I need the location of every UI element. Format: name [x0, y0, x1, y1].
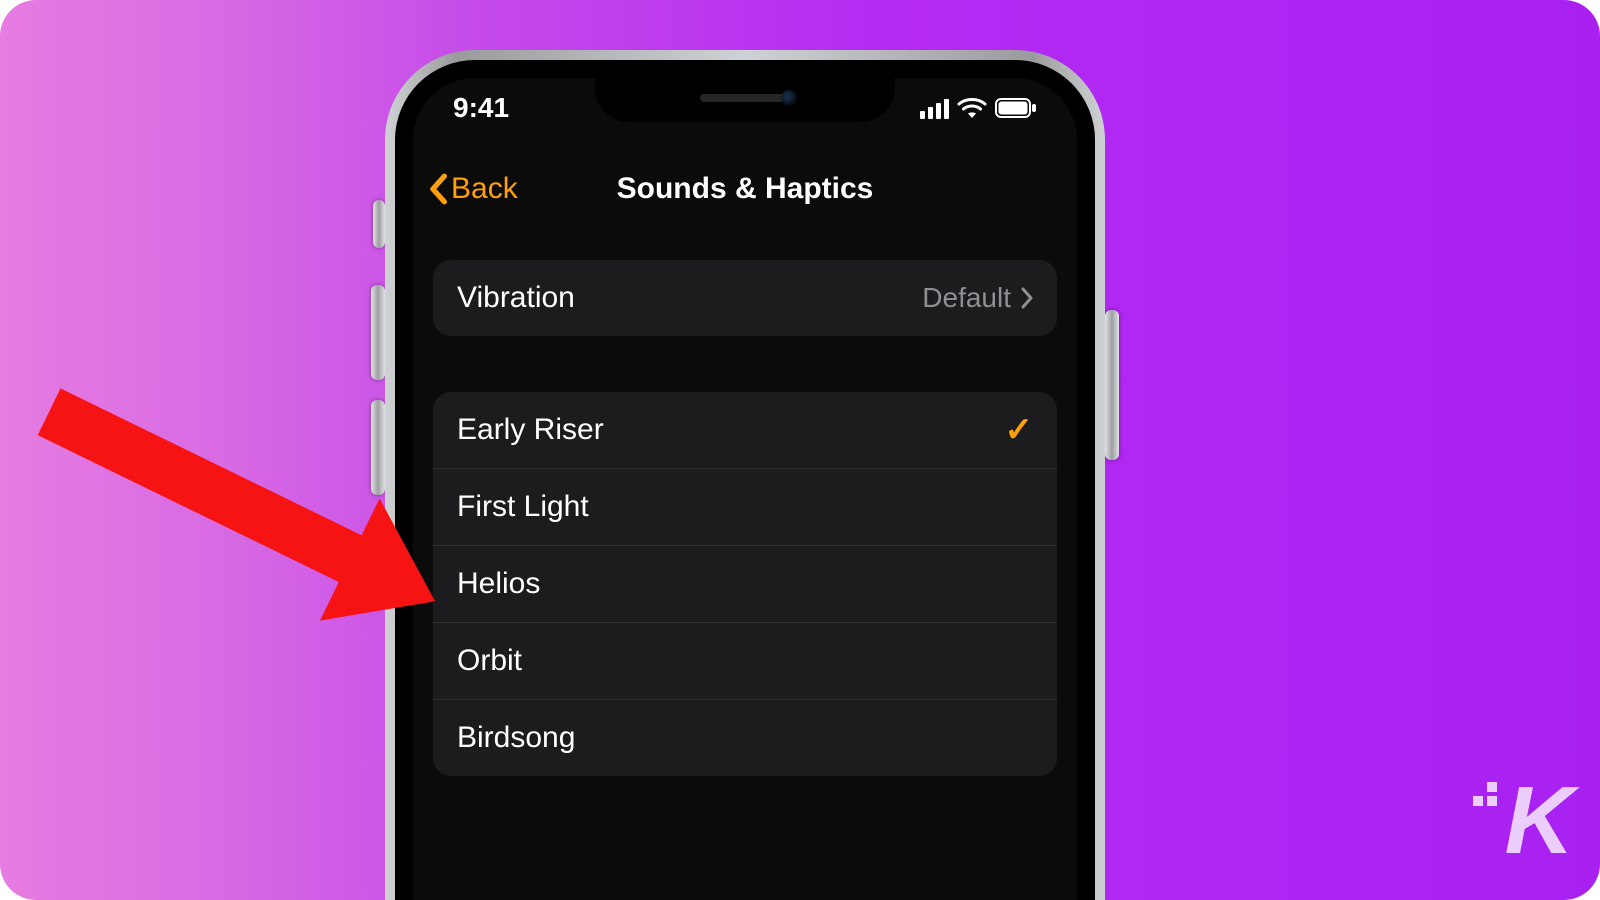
sound-option-helios[interactable]: Helios	[433, 545, 1057, 622]
vibration-value-wrap: Default	[922, 282, 1033, 314]
watermark-dots	[1461, 780, 1501, 820]
sound-label: Early Riser	[457, 413, 604, 447]
watermark-letter: K	[1505, 767, 1568, 874]
wifi-icon	[957, 97, 987, 119]
status-icons	[920, 97, 1037, 119]
sounds-group: Early Riser ✓ First Light Helios Orbit B…	[433, 392, 1057, 776]
vibration-group: Vibration Default	[433, 260, 1057, 336]
chevron-right-icon	[1021, 287, 1033, 309]
content: Vibration Default Early Riser ✓	[413, 224, 1077, 776]
checkmark-icon: ✓	[1005, 410, 1034, 450]
status-time: 9:41	[453, 92, 509, 124]
volume-up-btn	[371, 285, 385, 380]
vibration-value: Default	[922, 282, 1011, 314]
vibration-row[interactable]: Vibration Default	[433, 260, 1057, 336]
sound-label: Helios	[457, 567, 540, 601]
cellular-signal-icon	[920, 97, 949, 119]
back-label: Back	[451, 172, 518, 206]
nav-bar: Back Sounds & Haptics	[413, 154, 1077, 224]
power-btn	[1105, 310, 1119, 460]
section-spacer	[433, 336, 1057, 392]
sound-label: Birdsong	[457, 721, 575, 755]
mute-switch	[373, 200, 385, 248]
watermark: K	[1505, 766, 1568, 876]
status-bar: 9:41	[413, 78, 1077, 138]
page-title: Sounds & Haptics	[617, 172, 874, 206]
sound-label: Orbit	[457, 644, 522, 678]
stage: 9:41	[0, 0, 1600, 900]
screen: 9:41	[413, 78, 1077, 900]
back-button[interactable]: Back	[429, 172, 518, 206]
volume-down-btn	[371, 400, 385, 495]
chevron-left-icon	[429, 173, 447, 205]
vibration-label: Vibration	[457, 281, 575, 315]
sound-option-first-light[interactable]: First Light	[433, 468, 1057, 545]
sound-option-early-riser[interactable]: Early Riser ✓	[433, 392, 1057, 468]
sound-label: First Light	[457, 490, 589, 524]
sound-option-birdsong[interactable]: Birdsong	[433, 699, 1057, 776]
battery-icon	[995, 98, 1037, 118]
phone-frame: 9:41	[385, 50, 1105, 900]
sound-option-orbit[interactable]: Orbit	[433, 622, 1057, 699]
